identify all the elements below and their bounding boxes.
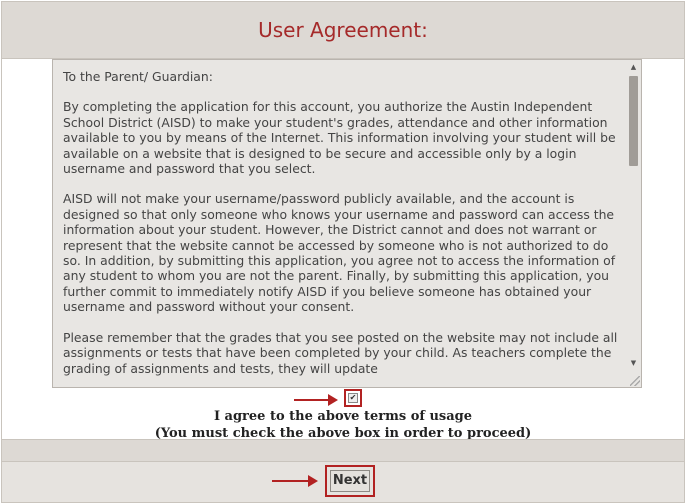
agreement-greeting: To the Parent/ Guardian: xyxy=(63,69,213,84)
resize-grip-icon[interactable] xyxy=(630,376,640,386)
checkbox-highlight: ✔ xyxy=(344,389,362,407)
agree-checkbox[interactable]: ✔ xyxy=(348,393,358,403)
agree-label: I agree to the above terms of usage xyxy=(213,409,473,424)
next-button-highlight: Next xyxy=(325,465,375,497)
content-area: To the Parent/ Guardian: By completing t… xyxy=(2,59,684,439)
vertical-scrollbar[interactable]: ▲ ▼ xyxy=(626,60,641,387)
agreement-textarea[interactable]: To the Parent/ Guardian: By completing t… xyxy=(52,59,642,388)
arrow-to-next-icon xyxy=(272,475,318,487)
next-button[interactable]: Next xyxy=(330,470,370,492)
agreement-paragraph: AISD will not make your username/passwor… xyxy=(63,191,616,315)
agreement-text: To the Parent/ Guardian: By completing t… xyxy=(63,69,625,387)
agreement-paragraph: By completing the application for this a… xyxy=(63,99,616,177)
scroll-up-arrow-icon[interactable]: ▲ xyxy=(628,62,639,72)
arrow-to-checkbox-icon xyxy=(294,394,338,406)
scrollbar-thumb[interactable] xyxy=(629,76,638,166)
page-title: User Agreement: xyxy=(258,18,428,42)
scroll-down-arrow-icon[interactable]: ▼ xyxy=(628,358,639,368)
separator-bar xyxy=(2,439,684,462)
header-bar: User Agreement: xyxy=(2,2,684,59)
user-agreement-panel: User Agreement: To the Parent/ Guardian:… xyxy=(1,1,685,503)
agree-terms-text: I agree to the above terms of usage (You… xyxy=(2,408,684,442)
agreement-paragraph: Please remember that the grades that you… xyxy=(63,329,618,376)
